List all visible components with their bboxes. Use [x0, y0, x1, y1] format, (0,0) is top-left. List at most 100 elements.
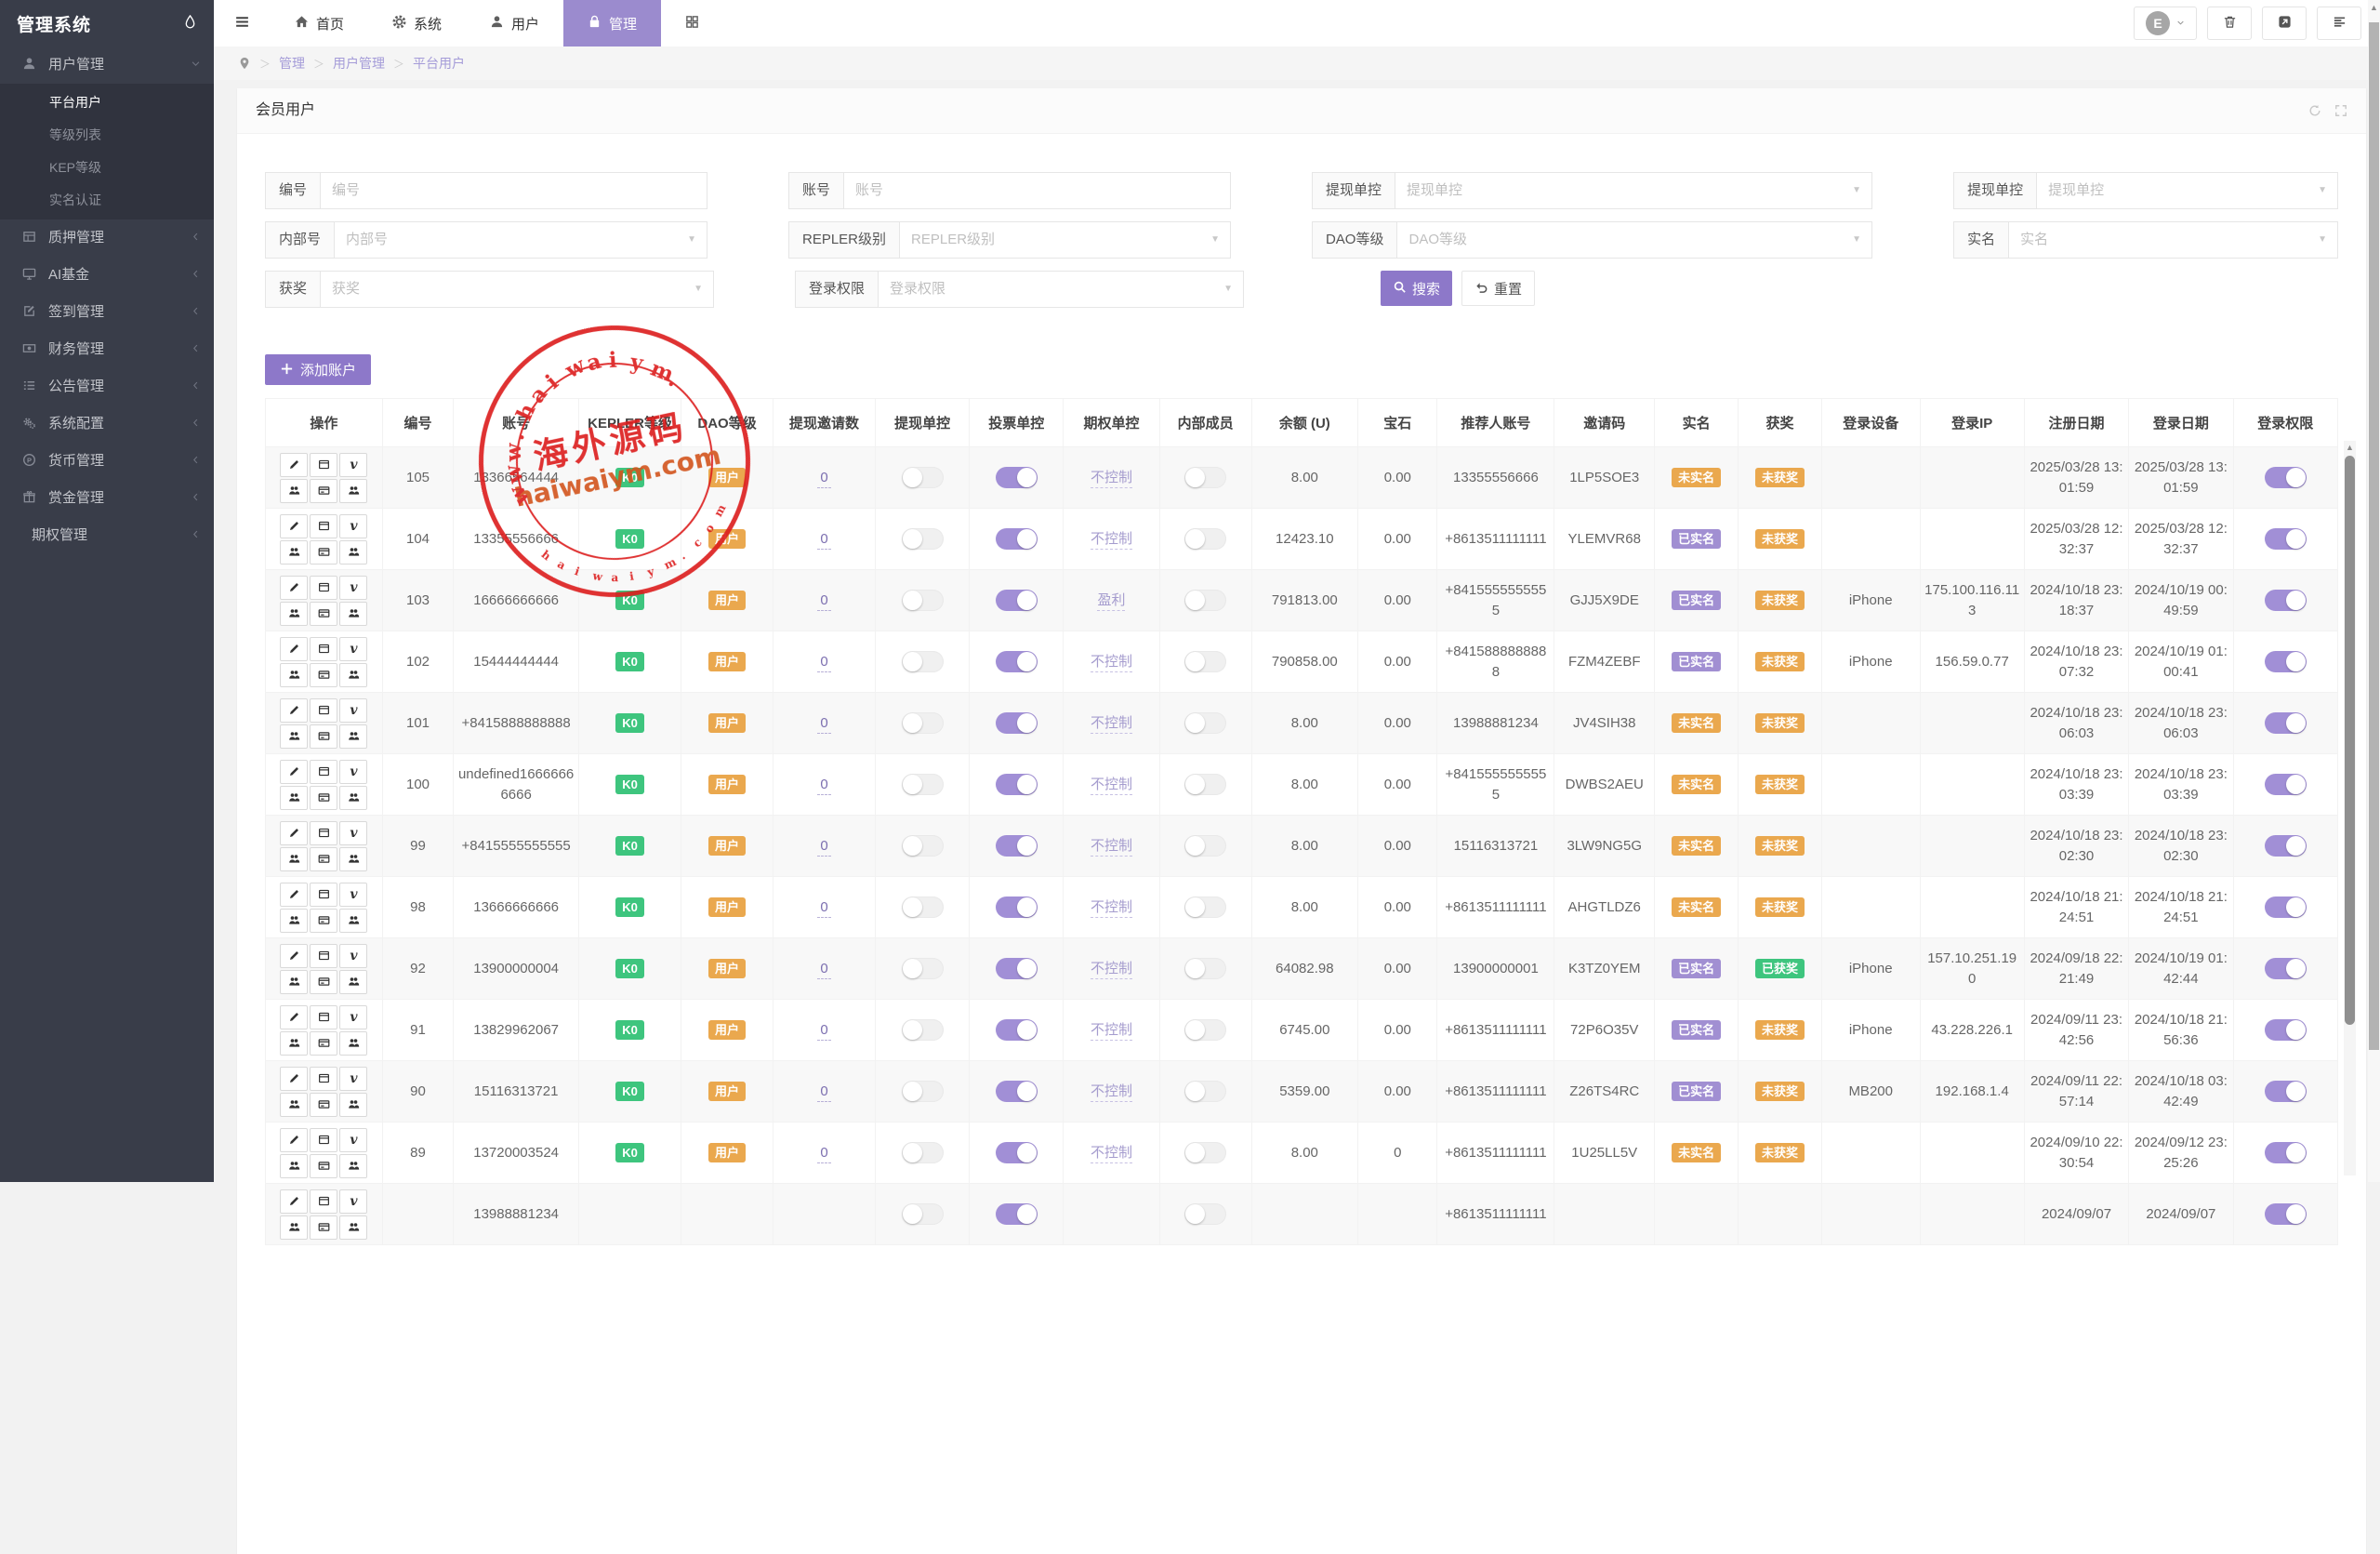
- vote-toggle[interactable]: [996, 1142, 1038, 1163]
- page-scroll-up-icon[interactable]: ▲: [2368, 0, 2380, 15]
- option-control[interactable]: 不控制: [1091, 531, 1132, 550]
- option-control[interactable]: 不控制: [1091, 1145, 1132, 1163]
- internal-toggle[interactable]: [1184, 1142, 1226, 1163]
- perm-toggle[interactable]: [2265, 467, 2307, 488]
- edit-button[interactable]: [280, 1189, 308, 1214]
- perm-toggle[interactable]: [2265, 1142, 2307, 1163]
- perm-toggle[interactable]: [2265, 958, 2307, 979]
- vote-toggle[interactable]: [996, 528, 1038, 550]
- perm-toggle[interactable]: [2265, 835, 2307, 857]
- table-scrollbar-thumb[interactable]: [2345, 456, 2355, 1025]
- withdraw-toggle[interactable]: [902, 712, 944, 734]
- nav-item-system[interactable]: 系统: [368, 0, 466, 46]
- edit-button[interactable]: [280, 760, 308, 784]
- sidebar-item-1[interactable]: 质押管理: [0, 219, 214, 257]
- members-button[interactable]: [339, 970, 367, 994]
- vote-toggle[interactable]: [996, 1019, 1038, 1041]
- perm-toggle[interactable]: [2265, 897, 2307, 918]
- reset-button[interactable]: 重置: [1461, 271, 1535, 306]
- sidebar-item-7[interactable]: P货币管理: [0, 443, 214, 480]
- members-button[interactable]: [339, 724, 367, 749]
- members-button[interactable]: [339, 540, 367, 564]
- internal-toggle[interactable]: [1184, 528, 1226, 550]
- members-button[interactable]: [339, 786, 367, 810]
- perm-toggle[interactable]: [2265, 1019, 2307, 1041]
- option-control[interactable]: 不控制: [1091, 470, 1132, 488]
- edit-button[interactable]: [280, 821, 308, 845]
- card-button[interactable]: [310, 540, 337, 564]
- window-button[interactable]: [310, 698, 337, 723]
- withdraw-toggle[interactable]: [902, 774, 944, 795]
- option-control[interactable]: 不控制: [1091, 899, 1132, 918]
- edit-button[interactable]: [280, 514, 308, 538]
- team-button[interactable]: [280, 909, 308, 933]
- team-button[interactable]: [280, 1093, 308, 1117]
- breadcrumb-link[interactable]: 用户管理: [333, 56, 385, 71]
- vote-toggle[interactable]: [996, 1081, 1038, 1102]
- card-button[interactable]: [310, 724, 337, 749]
- withdraw-toggle[interactable]: [902, 1203, 944, 1225]
- invites-link[interactable]: 0: [817, 899, 830, 918]
- team-button[interactable]: [280, 1215, 308, 1240]
- nav-item-user[interactable]: 用户: [466, 0, 563, 46]
- card-button[interactable]: [310, 479, 337, 503]
- window-button[interactable]: [310, 821, 337, 845]
- edit-button[interactable]: [280, 576, 308, 600]
- sidebar-item-8[interactable]: 赏金管理: [0, 480, 214, 517]
- withdraw-toggle[interactable]: [902, 1081, 944, 1102]
- window-button[interactable]: [310, 760, 337, 784]
- option-control[interactable]: 不控制: [1091, 1022, 1132, 1041]
- edit-button[interactable]: [280, 698, 308, 723]
- withdraw-toggle[interactable]: [902, 897, 944, 918]
- team-button[interactable]: [280, 970, 308, 994]
- invites-link[interactable]: 0: [817, 777, 830, 795]
- nav-item-home[interactable]: 首页: [271, 0, 368, 46]
- vote-toggle[interactable]: [996, 958, 1038, 979]
- invites-link[interactable]: 0: [817, 592, 830, 611]
- team-button[interactable]: [280, 1154, 308, 1178]
- withdraw-toggle[interactable]: [902, 1142, 944, 1163]
- sidebar-item-2[interactable]: AI基金: [0, 257, 214, 294]
- option-control[interactable]: 盈利: [1097, 592, 1125, 611]
- card-button[interactable]: [310, 909, 337, 933]
- members-button[interactable]: [339, 1031, 367, 1056]
- invites-link[interactable]: 0: [817, 1145, 830, 1163]
- option-control[interactable]: 不控制: [1091, 715, 1132, 734]
- card-button[interactable]: [310, 602, 337, 626]
- internal-toggle[interactable]: [1184, 897, 1226, 918]
- window-button[interactable]: [310, 1067, 337, 1091]
- scroll-up-icon[interactable]: ▲: [2344, 441, 2356, 455]
- withdraw-toggle[interactable]: [902, 651, 944, 672]
- perm-toggle[interactable]: [2265, 651, 2307, 672]
- nav-item-admin[interactable]: 管理: [563, 0, 661, 46]
- search-button[interactable]: 搜索: [1381, 271, 1452, 306]
- vote-toggle[interactable]: [996, 897, 1038, 918]
- sidebar-subitem-0-1[interactable]: 等级列表: [0, 119, 214, 152]
- team-button[interactable]: [280, 1031, 308, 1056]
- filter-id-input[interactable]: 编号: [320, 172, 707, 209]
- filter-internal-no-select[interactable]: 内部号▼: [334, 221, 707, 259]
- vote-toggle[interactable]: [996, 590, 1038, 611]
- tool-external-button[interactable]: [2262, 7, 2307, 40]
- internal-toggle[interactable]: [1184, 467, 1226, 488]
- option-control[interactable]: 不控制: [1091, 961, 1132, 979]
- sidebar-subitem-0-2[interactable]: KEP等级: [0, 152, 214, 184]
- verify-button[interactable]: v: [339, 1189, 367, 1214]
- verify-button[interactable]: v: [339, 576, 367, 600]
- option-control[interactable]: 不控制: [1091, 1083, 1132, 1102]
- team-button[interactable]: [280, 724, 308, 749]
- invites-link[interactable]: 0: [817, 1083, 830, 1102]
- vote-toggle[interactable]: [996, 712, 1038, 734]
- filter-withdraw-ctrl-1-select[interactable]: 提现单控▼: [1395, 172, 1872, 209]
- internal-toggle[interactable]: [1184, 1081, 1226, 1102]
- withdraw-toggle[interactable]: [902, 590, 944, 611]
- verify-button[interactable]: v: [339, 637, 367, 661]
- filter-dao-level-select[interactable]: DAO等级▼: [1396, 221, 1872, 259]
- members-button[interactable]: [339, 602, 367, 626]
- sidebar-item-6[interactable]: 系统配置: [0, 405, 214, 443]
- window-button[interactable]: [310, 576, 337, 600]
- expand-icon[interactable]: [2334, 88, 2347, 133]
- option-control[interactable]: 不控制: [1091, 654, 1132, 672]
- window-button[interactable]: [310, 944, 337, 968]
- invites-link[interactable]: 0: [817, 961, 830, 979]
